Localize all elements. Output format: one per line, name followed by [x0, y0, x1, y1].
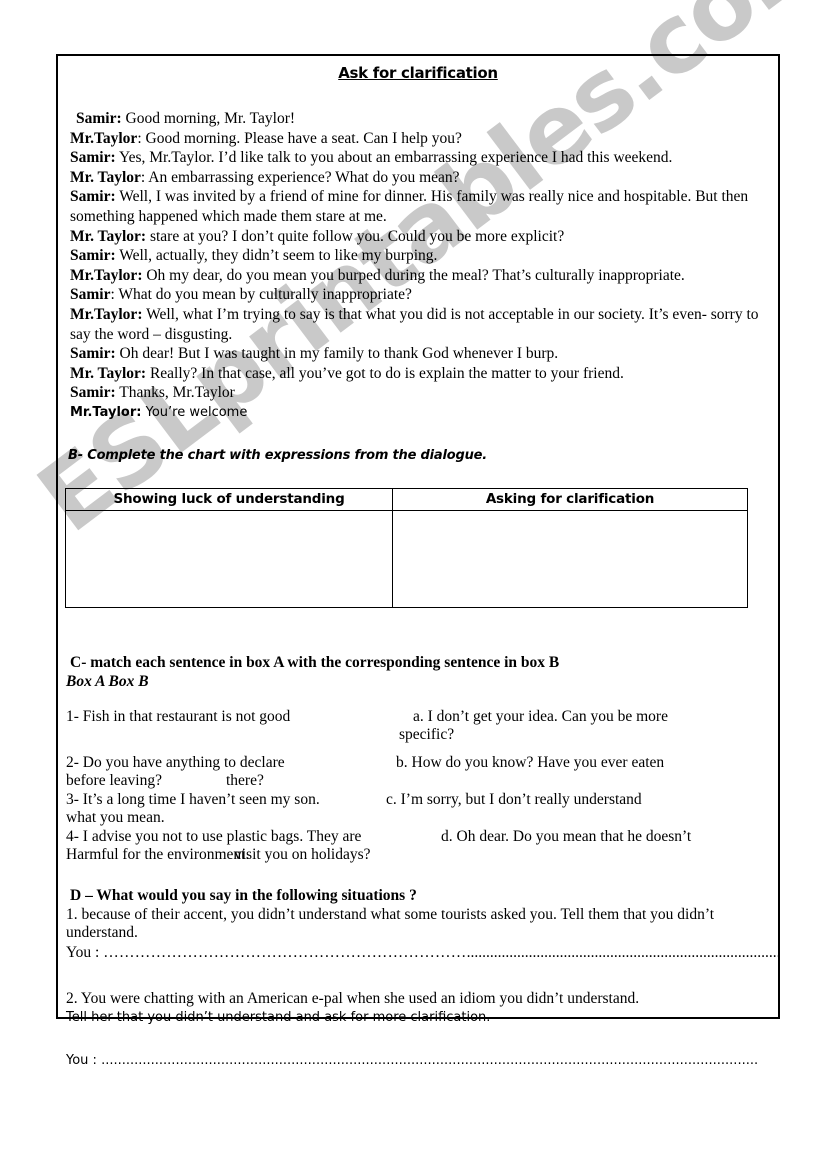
situation-1-line-2: understand. [66, 924, 138, 941]
situation-1-text: 1. because of their accent, you didn’t u… [66, 906, 778, 943]
answer-label-1: You : [66, 943, 104, 961]
table-cell-asking-clarification[interactable] [392, 509, 748, 608]
dialogue-line: Mr.Taylor: Good morning. Please have a s… [70, 129, 766, 149]
situation-2-answer-line[interactable]: You : ..................................… [66, 1053, 778, 1068]
section-c-box-labels: Box A Box B [66, 672, 149, 690]
match-left-continuation: what you mean. [66, 809, 165, 826]
match-left-item[interactable]: 3- It’s a long time I haven’t seen my so… [66, 791, 320, 810]
dialogue-line: Mr.Taylor: Well, what I’m trying to say … [70, 305, 766, 344]
match-row: 2- Do you have anything to declare b. How… [66, 754, 778, 773]
table-cell-showing-lack[interactable] [65, 509, 393, 608]
dialogue-line: Mr. Taylor: Really? In that case, all yo… [70, 364, 766, 384]
dialogue-line: Samir: Oh dear! But I was taught in my f… [70, 344, 766, 364]
match-right-continuation: there? [226, 772, 264, 789]
section-c-heading: C- match each sentence in box A with the… [70, 653, 560, 671]
match-continuation-row: specific? [66, 726, 778, 745]
match-row: 4- I advise you not to use plastic bags.… [66, 828, 778, 847]
dialogue-speaker: Mr.Taylor: [70, 305, 143, 323]
dialogue-text: Really? In that case, all you’ve got to … [146, 364, 624, 382]
dialogue-line: Mr.Taylor: Oh my dear, do you mean you b… [70, 266, 766, 286]
match-right-continuation: visit you on holidays? [234, 846, 371, 863]
match-spacer [66, 745, 778, 754]
section-b-heading: B- Complete the chart with expressions f… [68, 447, 487, 463]
dialogue-text: Well, actually, they didn’t seem to like… [115, 247, 438, 265]
dialogue-speaker: Samir [70, 286, 111, 304]
dialogue-text: You’re welcome [141, 404, 248, 420]
matching-exercise: 1- Fish in that restaurant is not good a.… [66, 708, 778, 865]
match-left-continuation: before leaving? [66, 772, 162, 789]
dialogue-text: stare at you? I don’t quite follow you. … [146, 227, 565, 245]
dialogue-text: Good morning, Mr. Taylor! [121, 110, 296, 127]
table-header-asking-clarification: Asking for clarification [392, 487, 748, 511]
dialogue-text: : An embarrassing experience? What do yo… [140, 168, 460, 186]
match-row: 3- It’s a long time I haven’t seen my so… [66, 791, 778, 810]
dialogue-line: Mr. Taylor: stare at you? I don’t quite … [70, 227, 766, 247]
dialogue-speaker: Samir: [76, 110, 122, 127]
dialogue-speaker: Samir: [70, 345, 116, 363]
match-right-item[interactable]: b. How do you know? Have you ever eaten [396, 754, 664, 773]
dialogue-text: Thanks, Mr.Taylor [115, 384, 235, 402]
situation-1-line-1: 1. because of their accent, you didn’t u… [66, 905, 715, 923]
dialogue-line: Mr. Taylor: An embarrassing experience? … [70, 168, 766, 188]
dialogue-line: Samir: Thanks, Mr.Taylor [70, 383, 766, 403]
situation-1-answer-line[interactable]: You : ……………………………………………………………...........… [66, 944, 778, 963]
dialogue-text: Well, I was invited by a friend of mine … [70, 188, 749, 225]
dialogue-speaker: Samir: [70, 188, 116, 206]
dotted-rule-1a: …………………………………………………………… [103, 943, 467, 961]
dialogue-line: Samir: Good morning, Mr. Taylor! [70, 109, 766, 129]
situation-2-line-1: 2. You were chatting with an American e-… [66, 990, 640, 1007]
dialogue-speaker: Mr.Taylor: [70, 404, 142, 420]
dialogue-text: Oh my dear, do you mean you burped durin… [142, 266, 685, 284]
dialogue-speaker: Mr. Taylor: [70, 364, 147, 382]
dialogue-line: Samir: Yes, Mr.Taylor. I’d like talk to … [70, 148, 766, 168]
dialogue-speaker: Samir: [70, 247, 116, 265]
dialogue-text: Yes, Mr.Taylor. I’d like talk to you abo… [115, 149, 673, 167]
dialogue-speaker: Mr.Taylor [70, 129, 138, 147]
dialogue-line: Samir: What do you mean by culturally in… [70, 285, 766, 305]
match-right-item[interactable]: a. I don’t get your idea. Can you be mor… [413, 708, 668, 727]
match-row: 1- Fish in that restaurant is not good a.… [66, 708, 778, 727]
match-left-continuation: Harmful for the environment. [66, 846, 250, 863]
dialogue-speaker: Mr.Taylor: [70, 266, 143, 284]
match-right-item[interactable]: c. I’m sorry, but I don’t really underst… [386, 791, 642, 810]
clarification-chart-table: Showing luck of understanding Asking for… [65, 487, 748, 608]
dialogue-speaker: Mr. Taylor [70, 168, 141, 186]
dialogue-line: Samir: Well, actually, they didn’t seem … [70, 246, 766, 266]
match-left-item[interactable]: 1- Fish in that restaurant is not good [66, 708, 290, 727]
match-left-item[interactable]: 2- Do you have anything to declare [66, 754, 285, 773]
table-header-row: Showing luck of understanding Asking for… [65, 487, 748, 511]
situation-2-line-2: Tell her that you didn’t understand and … [66, 1010, 491, 1025]
answer-label-2: You : [66, 1053, 102, 1068]
situation-2-text: 2. You were chatting with an American e-… [66, 989, 778, 1027]
match-continuation-row: before leaving? there? [66, 772, 778, 791]
dialogue-text: : Good morning. Please have a seat. Can … [137, 129, 462, 147]
page-title: Ask for clarification [338, 64, 498, 82]
dialogue-text: Well, what I’m trying to say is that wha… [70, 305, 759, 343]
match-right-continuation: specific? [399, 726, 455, 743]
dotted-rule-2: ........................................… [101, 1053, 759, 1068]
dialogue-block: Samir: Good morning, Mr. Taylor! Mr.Taylo… [70, 109, 766, 423]
dialogue-line: Samir: Well, I was invited by a friend o… [70, 187, 766, 226]
match-right-item[interactable]: d. Oh dear. Do you mean that he doesn’t [441, 828, 691, 847]
table-header-showing-lack: Showing luck of understanding [65, 487, 393, 511]
match-continuation-row: Harmful for the environment. visit you on… [66, 846, 778, 865]
dialogue-text: : What do you mean by culturally inappro… [110, 286, 412, 304]
match-continuation-row: what you mean. [66, 809, 778, 828]
dialogue-speaker: Mr. Taylor: [70, 227, 147, 245]
dialogue-speaker: Samir: [70, 149, 116, 167]
dotted-rule-1b: ........................................… [466, 943, 778, 961]
dialogue-text: Oh dear! But I was taught in my family t… [115, 345, 559, 363]
dialogue-speaker: Samir: [70, 384, 116, 402]
table-row [65, 509, 748, 608]
dialogue-line: Mr.Taylor: You’re welcome [70, 403, 766, 423]
section-d-heading: D – What would you say in the following … [70, 886, 417, 904]
match-left-item[interactable]: 4- I advise you not to use plastic bags.… [66, 828, 361, 847]
worksheet-page: Ask for clarification Samir: Good mornin… [56, 54, 780, 1068]
